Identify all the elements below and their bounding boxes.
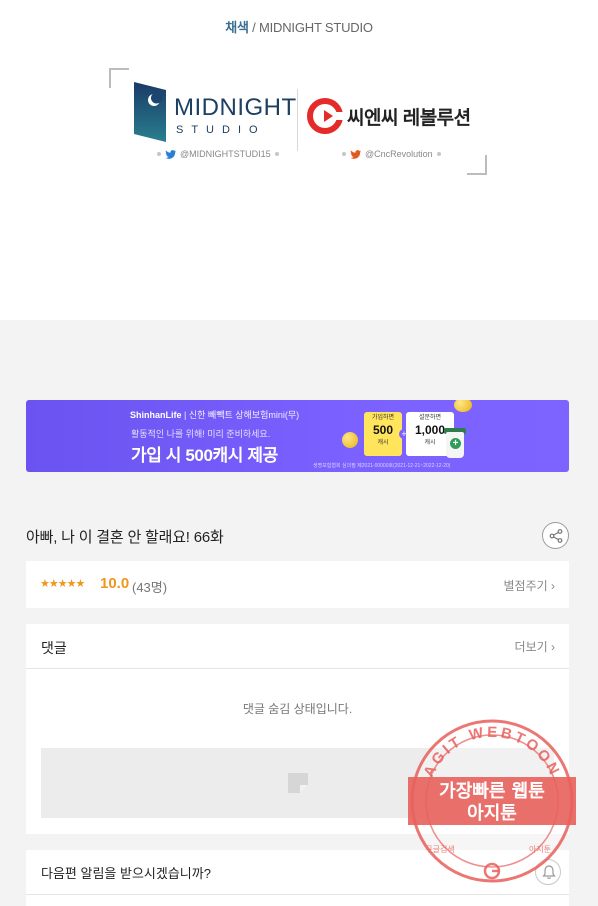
- coin-icon: [454, 400, 472, 412]
- cnc-handle-text: @CncRevolution: [365, 149, 433, 159]
- ad-brand: ShinhanLife | 신한 빼빽트 상해보험mini(무): [130, 408, 299, 421]
- twitter-icon: [350, 149, 361, 159]
- bell-icon: [542, 865, 556, 879]
- ad-box1-top: 가입하면: [371, 415, 395, 421]
- credit-line: 채색 / MIDNIGHT STUDIO: [0, 17, 598, 36]
- comments-card: 댓글 더보기 › 댓글 숨김 상태입니다.: [26, 624, 569, 834]
- credit-role: 채색: [225, 20, 249, 35]
- logo-divider: [297, 89, 298, 151]
- rating-score: 10.0: [100, 575, 130, 592]
- cnc-revolution-logo: 씨엔씨 레볼루션: [307, 98, 477, 134]
- comment-placeholder-icon: [288, 773, 308, 793]
- ad-box2-top: 설문하면: [418, 415, 442, 421]
- comments-more-link[interactable]: 더보기 ›: [515, 638, 555, 655]
- midnight-sub-wordmark: STUDIO: [176, 124, 266, 136]
- midnight-moon-icon: [134, 82, 166, 142]
- credit-separator: /: [252, 20, 256, 35]
- cup-plus-icon: +: [450, 438, 461, 449]
- comments-hidden-message: 댓글 숨김 상태입니다.: [242, 702, 353, 716]
- ad-brand-name: ShinhanLife: [130, 410, 182, 420]
- midnight-studio-logo: MIDNIGHT STUDIO: [134, 82, 296, 142]
- star-rating-icon: ★★★★★: [40, 578, 85, 590]
- notify-bell-button[interactable]: [535, 859, 561, 885]
- midnight-handle-text: @MIDNIGHTSTUDI15: [180, 149, 271, 159]
- ad-banner[interactable]: ShinhanLife | 신한 빼빽트 상해보험mini(무) 활동적인 나를…: [26, 400, 569, 472]
- rating-card: ★★★★★ 10.0 (43명) 별점주기 ›: [26, 561, 569, 608]
- comments-title: 댓글: [41, 640, 67, 656]
- ad-box1-unit: 캐시: [377, 440, 389, 446]
- bullet-dot: [157, 152, 161, 156]
- episode-title: 아빠, 나 이 결혼 안 할래요! 66화: [26, 529, 224, 546]
- midnight-twitter-handle: @MIDNIGHTSTUDI15: [157, 149, 279, 159]
- cnc-c-icon: [307, 98, 343, 134]
- ad-tagline: 활동적인 나를 위해! 미리 준비하세요.: [131, 429, 271, 439]
- comment-input-area[interactable]: [41, 748, 554, 818]
- bullet-dot: [436, 152, 441, 156]
- credits-section: 채색 / MIDNIGHT STUDIO MIDNIGHT STUDIO 씨엔씨…: [0, 0, 598, 320]
- share-button[interactable]: [542, 522, 569, 549]
- ad-headline: 가입 시 500캐시 제공: [131, 446, 278, 465]
- ad-disclaimer: 생명보험협회 심의필 제2021-00000호(2021-12-21~2022-…: [313, 463, 451, 469]
- rating-count: (43명): [132, 580, 168, 595]
- notify-card: 다음편 알림을 받으시겠습니까?: [26, 850, 569, 906]
- coin-icon: [342, 432, 358, 448]
- divider: [26, 894, 569, 895]
- ad-signup-box: 가입하면 500 캐시: [364, 412, 402, 456]
- share-icon: [549, 529, 563, 543]
- rate-button[interactable]: 별점주기 ›: [504, 577, 556, 594]
- midnight-wordmark: MIDNIGHT: [174, 94, 297, 121]
- bullet-dot: [342, 152, 346, 156]
- twitter-icon: [165, 149, 176, 159]
- frame-corner-bottom-right: [467, 155, 487, 175]
- ad-box1-value: 500: [372, 423, 394, 437]
- frame-corner-top-left: [109, 68, 129, 88]
- notify-question: 다음편 알림을 받으시겠습니까?: [41, 866, 211, 881]
- credit-studio: MIDNIGHT STUDIO: [259, 20, 373, 35]
- cnc-wordmark: 씨엔씨 레볼루션: [347, 108, 471, 129]
- comments-header: 댓글 더보기 ›: [26, 624, 569, 669]
- bullet-dot: [274, 152, 279, 156]
- cnc-twitter-handle: @CncRevolution: [342, 149, 441, 159]
- ad-brand-sub: | 신한 빼빽트 상해보험mini(무): [184, 410, 300, 420]
